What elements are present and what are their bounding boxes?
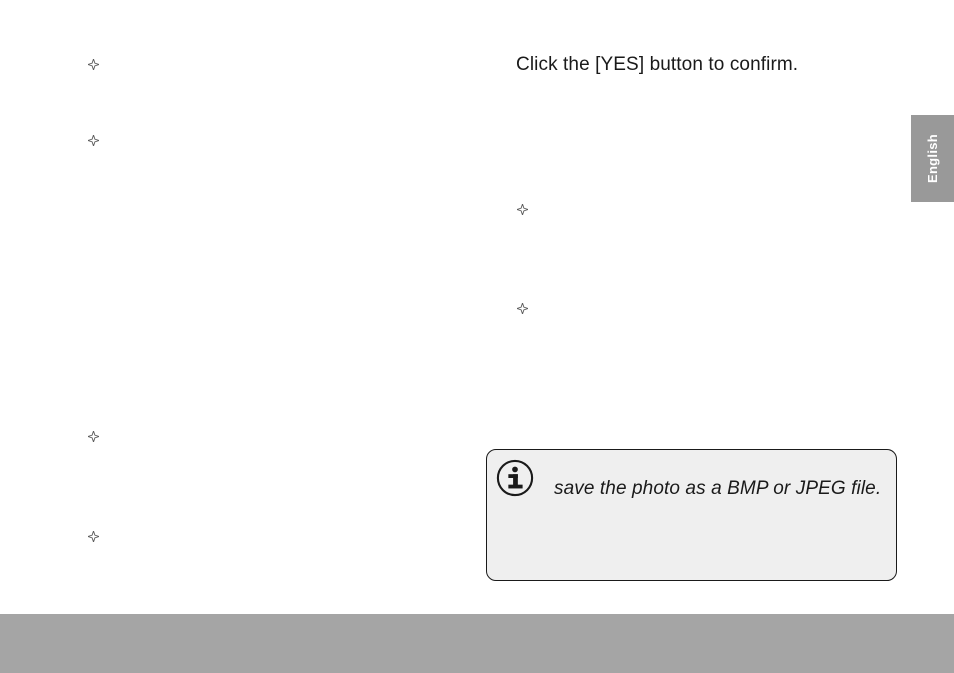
instruction-text: Click the [YES] button to confirm. xyxy=(516,54,798,76)
page-content: Click the [YES] button to confirm. save … xyxy=(0,0,954,614)
bullet-marker xyxy=(88,59,99,70)
bullet-marker xyxy=(88,431,99,442)
language-tab[interactable]: English xyxy=(911,115,954,202)
bullet-marker xyxy=(517,204,528,215)
bullet-marker xyxy=(88,135,99,146)
page-footer xyxy=(0,614,954,673)
language-tab-label: English xyxy=(925,134,940,183)
info-icon xyxy=(496,459,534,497)
info-note-box: save the photo as a BMP or JPEG file. xyxy=(486,449,897,581)
info-note-text: save the photo as a BMP or JPEG file. xyxy=(554,478,881,500)
bullet-marker xyxy=(88,531,99,542)
bullet-marker xyxy=(517,303,528,314)
